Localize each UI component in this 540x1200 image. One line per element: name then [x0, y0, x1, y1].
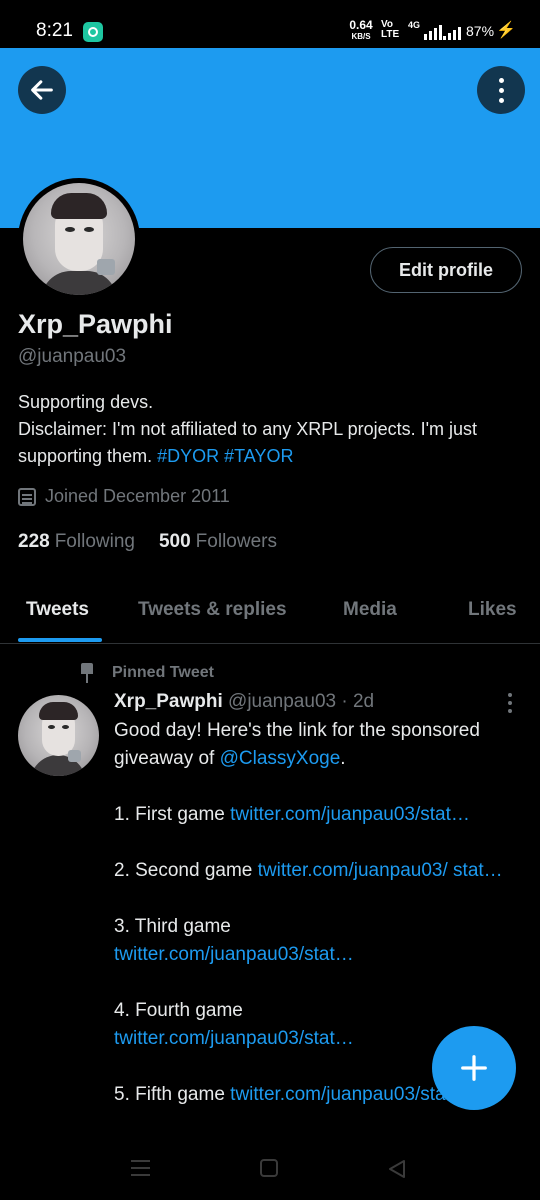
profile-tabs: Tweets Tweets & replies Media Likes	[0, 583, 540, 644]
game-label-5: 5. Fifth game	[114, 1084, 225, 1105]
followers-label: Followers	[195, 531, 277, 552]
plus-icon	[461, 1055, 487, 1081]
hashtag-dyor[interactable]: #DYOR	[157, 446, 219, 466]
follow-stats: 228 Following 500 Followers	[18, 531, 277, 553]
recent-apps-icon[interactable]	[131, 1160, 150, 1176]
game-label-1: 1. First game	[114, 804, 225, 825]
signal-icon-2	[443, 27, 461, 40]
tab-tweets[interactable]: Tweets	[26, 599, 89, 621]
tweet-time: 2d	[352, 691, 375, 712]
tweet-avatar[interactable]	[18, 695, 99, 776]
game-link-4[interactable]: twitter.com/juanpau03/stat…	[114, 1028, 354, 1049]
tab-media[interactable]: Media	[343, 599, 397, 621]
robot-emoji-icon	[97, 259, 115, 275]
followers-count: 500	[158, 531, 191, 552]
avatar-photo	[23, 183, 135, 295]
bio-line-1: Supporting devs.	[18, 392, 154, 412]
pinned-label: Pinned Tweet	[78, 663, 214, 683]
network-speed: 0.64 KB/S	[348, 18, 374, 42]
profile-avatar[interactable]	[18, 178, 140, 300]
following-count: 228	[18, 531, 50, 552]
more-options-button[interactable]	[477, 66, 525, 114]
app-notification-icon	[83, 22, 103, 42]
tab-likes[interactable]: Likes	[468, 599, 517, 621]
game-item-1: 1. First game twitter.com/juanpau03/stat…	[114, 801, 524, 829]
system-nav-bar	[0, 1146, 540, 1200]
profile-name: Xrp_Pawphi	[18, 309, 173, 339]
tab-tweets-replies[interactable]: Tweets & replies	[138, 599, 287, 621]
nav-back-icon[interactable]	[386, 1158, 408, 1180]
robot-emoji-icon	[68, 750, 81, 762]
tweet-handle: @juanpau03	[228, 691, 337, 712]
pin-icon	[78, 663, 96, 683]
volte-indicator: Vo LTE	[381, 19, 400, 40]
hashtag-tayor[interactable]: #TAYOR	[224, 446, 293, 466]
joined-date: Joined December 2011	[18, 486, 230, 507]
active-tab-indicator	[18, 638, 102, 642]
game-label-2: 2. Second game	[114, 860, 253, 881]
network-speed-value: 0.64	[349, 18, 373, 32]
compose-tweet-button[interactable]	[432, 1026, 516, 1110]
mention-link[interactable]: @ClassyXoge	[220, 748, 341, 769]
following-label: Following	[54, 531, 135, 552]
game-link-2[interactable]: twitter.com/juanpau03/ stat…	[258, 860, 503, 881]
following-link[interactable]: 228 Following	[18, 531, 135, 553]
home-icon[interactable]	[260, 1159, 278, 1177]
signal-icon	[424, 25, 442, 40]
tweet-intro: Good day! Here's the link for the sponso…	[114, 717, 524, 773]
game-label-3: 3. Third game	[114, 916, 231, 937]
back-button[interactable]	[18, 66, 66, 114]
status-time: 8:21	[36, 20, 73, 41]
pinned-text: Pinned Tweet	[112, 664, 214, 681]
game-link-1[interactable]: twitter.com/juanpau03/stat…	[230, 804, 470, 825]
tweet-more-icon[interactable]	[508, 693, 512, 713]
followers-link[interactable]: 500 Followers	[159, 531, 277, 553]
game-link-3[interactable]: twitter.com/juanpau03/stat…	[114, 944, 354, 965]
charging-icon: ⚡	[496, 22, 516, 39]
tweet-intro-end: .	[340, 748, 346, 769]
tweet-header: Xrp_Pawphi @juanpau03 · 2d	[114, 691, 374, 713]
profile-handle: @juanpau03	[18, 346, 127, 367]
game-label-4: 4. Fourth game	[114, 1000, 243, 1021]
network-type: 4G	[408, 20, 421, 30]
calendar-icon	[18, 487, 36, 506]
bio-line-2: Disclaimer: I'm not affiliated to any XR…	[18, 416, 523, 470]
edit-profile-button[interactable]: Edit profile	[370, 247, 522, 293]
game-item-2: 2. Second game twitter.com/juanpau03/ st…	[114, 857, 524, 885]
tweet-separator: ·	[341, 691, 348, 712]
more-vertical-icon	[498, 77, 504, 103]
game-item-3: 3. Third game twitter.com/juanpau03/stat…	[114, 913, 524, 969]
profile-bio: Supporting devs. Disclaimer: I'm not aff…	[18, 389, 523, 470]
joined-text: Joined December 2011	[45, 486, 230, 506]
battery-level: 87%	[466, 23, 495, 39]
network-speed-unit: KB/S	[351, 32, 371, 41]
arrow-left-icon	[31, 80, 53, 100]
game-link-5[interactable]: twitter.com/juanpau03/stat…	[230, 1084, 470, 1105]
tweet-author[interactable]: Xrp_Pawphi	[114, 691, 223, 712]
status-bar: 8:21 0.64 KB/S Vo LTE 4G 87% ⚡	[0, 0, 540, 48]
